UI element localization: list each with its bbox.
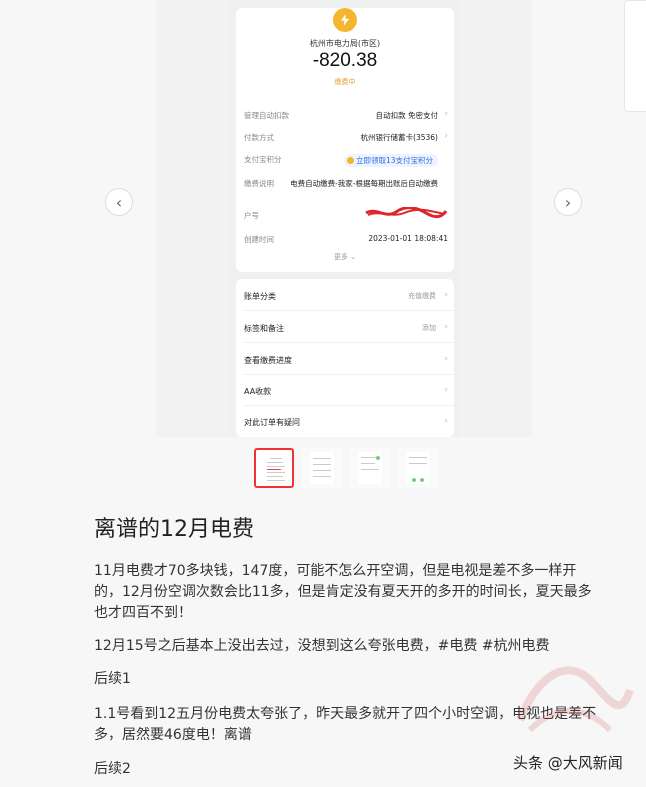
chevron-right-icon: › bbox=[444, 322, 448, 332]
detail-key: 付款方式 bbox=[244, 133, 274, 142]
chevron-left-icon: ‹ bbox=[115, 192, 123, 212]
next-image-button[interactable]: › bbox=[554, 188, 582, 216]
article-title: 离谱的12月电费 bbox=[94, 517, 254, 542]
divider bbox=[244, 310, 454, 311]
more-toggle[interactable]: 更多 ⌄ bbox=[236, 252, 454, 262]
menu-label: AA收款 bbox=[244, 387, 272, 396]
thumbnail-4[interactable] bbox=[398, 448, 438, 488]
menu-value: 充值缴费 bbox=[408, 292, 436, 300]
chevron-right-icon: › bbox=[444, 385, 448, 395]
receipt-photo[interactable]: 杭州市电力局(市区) -820.38 缴费中 管理自动扣款 自动扣款 免密支付 … bbox=[156, 0, 532, 437]
thumbnail-2[interactable] bbox=[302, 448, 342, 488]
payment-amount: -820.38 bbox=[312, 50, 378, 71]
menu-label: 标签和备注 bbox=[244, 324, 284, 333]
points-label: 立即领取13支付宝积分 bbox=[355, 156, 433, 165]
thumbnail-1[interactable] bbox=[254, 448, 294, 488]
divider bbox=[244, 405, 454, 406]
thumbnail-image bbox=[358, 452, 382, 484]
menu-item-tags-notes[interactable]: 标签和备注 添加 › bbox=[244, 322, 448, 337]
detail-key: 支付宝积分 bbox=[244, 155, 282, 164]
chevron-down-icon: ⌄ bbox=[350, 253, 357, 261]
lightning-icon bbox=[333, 8, 357, 32]
previous-image-button[interactable]: ‹ bbox=[105, 188, 133, 216]
chevron-right-icon: › bbox=[444, 131, 448, 141]
chevron-right-icon: › bbox=[444, 354, 448, 364]
thumbnail-image bbox=[310, 452, 334, 484]
more-label: 更多 bbox=[333, 253, 348, 261]
points-pill[interactable]: 立即领取13支付宝积分 bbox=[343, 154, 438, 167]
coin-icon bbox=[346, 157, 354, 164]
detail-value: 自动扣款 免密支付 bbox=[375, 111, 438, 120]
detail-key: 创建时间 bbox=[244, 235, 274, 244]
detail-key: 缴费说明 bbox=[244, 179, 274, 188]
paragraph: 11月电费才70多块钱，147度，可能不怎么开空调，但是电视是差不多一样开的，1… bbox=[94, 563, 592, 621]
divider bbox=[244, 374, 454, 375]
detail-value: 杭州银行储蓄卡(3536) bbox=[360, 133, 438, 142]
menu-item-bill-category[interactable]: 账单分类 充值缴费 › bbox=[244, 290, 448, 305]
divider bbox=[244, 342, 454, 343]
phone-screenshot: 杭州市电力局(市区) -820.38 缴费中 管理自动扣款 自动扣款 免密支付 … bbox=[230, 0, 460, 437]
detail-key: 管理自动扣款 bbox=[244, 111, 289, 120]
options-card: 账单分类 充值缴费 › 标签和备注 添加 › 查看缴费进度 › AA收款 › 对… bbox=[236, 279, 454, 437]
menu-item-order-question[interactable]: 对此订单有疑问 › bbox=[244, 416, 448, 431]
menu-label: 对此订单有疑问 bbox=[244, 418, 300, 427]
redaction-scribble bbox=[365, 207, 448, 219]
thumbnail-image bbox=[406, 452, 430, 484]
article: 离谱的12月电费 11月电费才70多块钱，147度，可能不怎么开空调，但是电视是… bbox=[94, 515, 604, 777]
receipt-card: 杭州市电力局(市区) -820.38 缴费中 管理自动扣款 自动扣款 免密支付 … bbox=[236, 8, 454, 272]
thumbnail-3[interactable] bbox=[350, 448, 390, 488]
payment-status: 缴费中 bbox=[334, 78, 356, 86]
merchant-name: 杭州市电力局(市区) bbox=[309, 39, 381, 48]
menu-item-payment-progress[interactable]: 查看缴费进度 › bbox=[244, 354, 448, 369]
thumbnail-image bbox=[264, 454, 288, 486]
side-panel bbox=[624, 0, 646, 112]
detail-key: 户号 bbox=[244, 211, 259, 220]
image-viewer: 杭州市电力局(市区) -820.38 缴费中 管理自动扣款 自动扣款 免密支付 … bbox=[0, 0, 646, 440]
source-attribution: 头条 @大风新闻 bbox=[513, 754, 623, 772]
chevron-right-icon: › bbox=[444, 109, 448, 119]
chevron-right-icon: › bbox=[564, 192, 572, 212]
menu-value: 添加 bbox=[422, 324, 436, 332]
watermark-logo bbox=[516, 666, 634, 733]
detail-value: 电费自动缴费-我家-根据每期出账后自动缴费 bbox=[290, 179, 438, 188]
detail-value: 2023-01-01 18:08:41 bbox=[368, 234, 448, 243]
chevron-right-icon: › bbox=[444, 290, 448, 300]
menu-label: 账单分类 bbox=[244, 292, 276, 301]
menu-label: 查看缴费进度 bbox=[244, 356, 292, 365]
menu-item-aa-collect[interactable]: AA收款 › bbox=[244, 385, 448, 400]
chevron-right-icon: › bbox=[444, 416, 448, 426]
